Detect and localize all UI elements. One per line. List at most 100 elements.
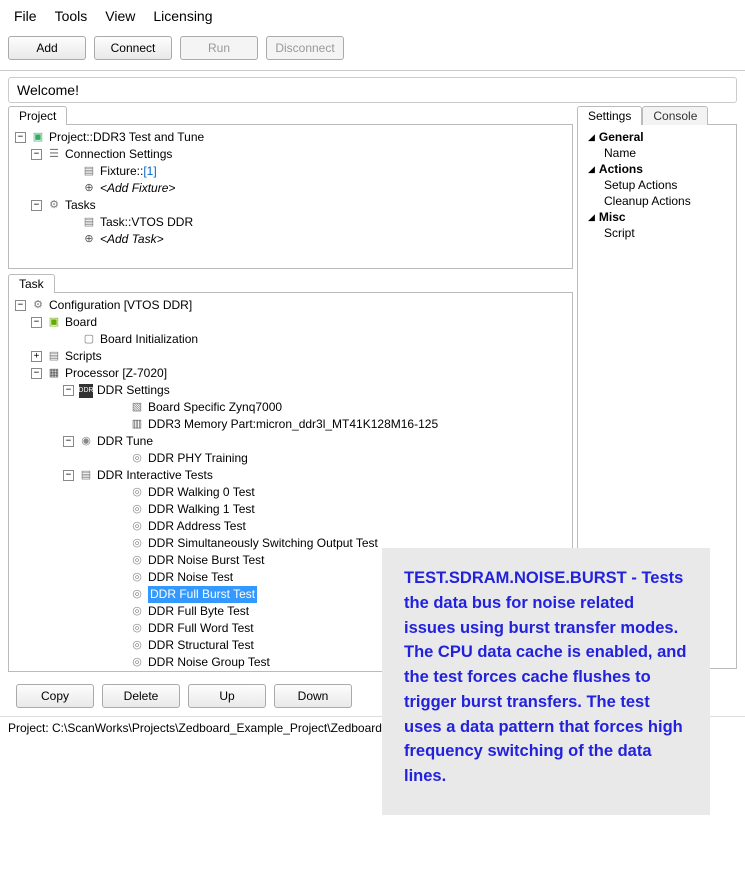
tasks-node[interactable]: Tasks [65,197,96,214]
test-item[interactable]: DDR Structural Test [148,637,254,654]
spacer [111,606,125,617]
board-node[interactable]: Board [65,314,97,331]
test-item[interactable]: DDR Walking 1 Test [148,501,255,518]
connection-settings[interactable]: Connection Settings [65,146,172,163]
collapse-icon[interactable]: − [63,470,74,481]
add-task[interactable]: <Add Task> [100,231,164,248]
welcome-panel: Welcome! [8,77,737,103]
test-item[interactable]: DDR Walking 0 Test [148,484,255,501]
prop-group-general[interactable]: ◢General [584,129,730,145]
test-item[interactable]: DDR Full Burst Test [148,586,257,603]
expand-icon[interactable]: + [31,351,42,362]
mem-part[interactable]: DDR3 Memory Part:micron_ddr3l_MT41K128M1… [148,416,438,433]
plus-icon: ⊕ [82,233,96,247]
delete-button[interactable]: Delete [102,684,180,708]
ddr-tune[interactable]: DDR Tune [97,433,153,450]
add-fixture[interactable]: <Add Fixture> [100,180,175,197]
disconnect-button[interactable]: Disconnect [266,36,344,60]
project-icon: ▣ [31,131,45,145]
spacer [111,640,125,651]
config-root[interactable]: Configuration [VTOS DDR] [49,297,192,314]
board-spec[interactable]: Board Specific Zynq7000 [148,399,282,416]
test-item[interactable]: DDR Noise Group Test [148,654,270,671]
add-button[interactable]: Add [8,36,86,60]
prop-group-actions[interactable]: ◢Actions [584,161,730,177]
fixture-item[interactable]: Fixture::[1] [100,163,157,180]
menu-tools[interactable]: Tools [55,8,88,24]
prop-setup[interactable]: Setup Actions [584,177,730,193]
collapse-icon[interactable]: − [15,132,26,143]
prop-cleanup[interactable]: Cleanup Actions [584,193,730,209]
test-item[interactable]: DDR Noise Burst Test [148,552,264,569]
test-item[interactable]: DDR Full Word Test [148,620,254,637]
spacer [63,183,77,194]
spacer [111,657,125,668]
test-item[interactable]: DDR Address Test [148,518,246,535]
spacer [111,521,125,532]
menu-view[interactable]: View [105,8,135,24]
collapse-icon[interactable]: − [31,149,42,160]
board-init[interactable]: Board Initialization [100,331,198,348]
connect-button[interactable]: Connect [94,36,172,60]
tasks-icon: ⚙ [47,199,61,213]
run-button[interactable]: Run [180,36,258,60]
interactive-tests[interactable]: DDR Interactive Tests [97,467,213,484]
copy-button[interactable]: Copy [16,684,94,708]
phy-training[interactable]: DDR PHY Training [148,450,248,467]
up-button[interactable]: Up [188,684,266,708]
down-button[interactable]: Down [274,684,352,708]
disc-icon: ◎ [130,452,144,466]
config-icon: ⚙ [31,299,45,313]
menu-file[interactable]: File [14,8,37,24]
spacer [111,487,125,498]
task-item[interactable]: Task::VTOS DDR [100,214,193,231]
ddr-settings[interactable]: DDR Settings [97,382,170,399]
tab-task[interactable]: Task [8,274,55,293]
mem-icon: ▥ [130,418,144,432]
prop-script[interactable]: Script [584,225,730,241]
test-item[interactable]: DDR Noise Test [148,569,233,586]
collapse-icon[interactable]: − [63,436,74,447]
disc-icon: ◎ [130,588,144,602]
chevron-down-icon: ◢ [588,132,595,143]
tab-project[interactable]: Project [8,106,67,125]
tab-console[interactable]: Console [642,106,708,125]
tests-icon: ▤ [79,469,93,483]
scripts-node[interactable]: Scripts [65,348,102,365]
tooltip-title: TEST.SDRAM.NOISE.BURST [404,569,627,587]
tooltip-body: - Tests the data bus for noise related i… [404,569,686,785]
spacer [111,538,125,549]
collapse-icon[interactable]: − [31,200,42,211]
tab-settings[interactable]: Settings [577,106,642,125]
board-icon: ▣ [47,316,61,330]
collapse-icon[interactable]: − [15,300,26,311]
spacer [63,334,77,345]
disc-icon: ◎ [130,554,144,568]
settings-icon: ☰ [47,148,61,162]
disc-icon: ◎ [130,656,144,670]
menu-licensing[interactable]: Licensing [153,8,212,24]
processor-node[interactable]: Processor [Z-7020] [65,365,167,382]
project-root[interactable]: Project::DDR3 Test and Tune [49,129,204,146]
test-item[interactable]: DDR Full Byte Test [148,603,249,620]
project-panel: Project −▣Project::DDR3 Test and Tune −☰… [8,105,573,269]
spacer [111,453,125,464]
tooltip-overlay: TEST.SDRAM.NOISE.BURST - Tests the data … [382,548,710,815]
fixture-icon: ▤ [82,165,96,179]
scripts-icon: ▤ [47,350,61,364]
collapse-icon[interactable]: − [63,385,74,396]
ddr-icon: DDR [79,384,93,398]
chevron-down-icon: ◢ [588,164,595,175]
chip-icon: ▦ [47,367,61,381]
spacer [111,589,125,600]
test-item[interactable]: DDR Simultaneously Switching Output Test [148,535,378,552]
collapse-icon[interactable]: − [31,368,42,379]
disc-icon: ◎ [130,605,144,619]
collapse-icon[interactable]: − [31,317,42,328]
prop-group-misc[interactable]: ◢Misc [584,209,730,225]
prop-name[interactable]: Name [584,145,730,161]
spacer [111,504,125,515]
spacer [111,402,125,413]
disc-icon: ◎ [130,520,144,534]
test-item[interactable]: DDR Comprehensive Test [148,671,287,672]
